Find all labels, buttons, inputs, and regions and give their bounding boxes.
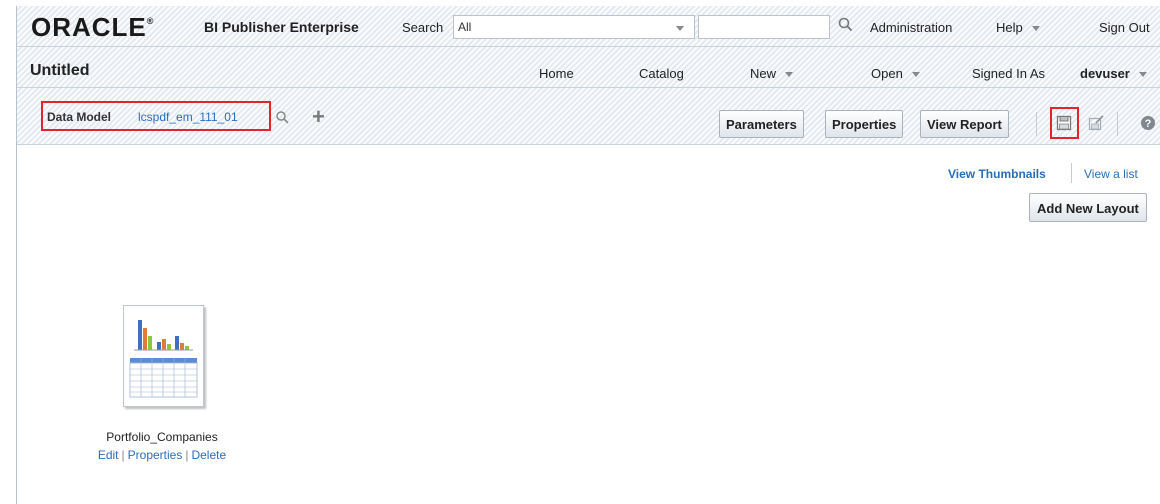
- layout-delete-link[interactable]: Delete: [191, 448, 226, 462]
- toolbar-divider: [1117, 112, 1118, 136]
- oracle-logo: ORACLE®: [31, 12, 154, 43]
- chevron-down-icon: [785, 72, 794, 78]
- view-thumbnails-link[interactable]: View Thumbnails: [948, 167, 1046, 181]
- chevron-down-icon: [1031, 26, 1040, 32]
- layout-edit-link[interactable]: Edit: [98, 448, 119, 462]
- search-icon[interactable]: [837, 16, 855, 34]
- user-name: devuser: [1080, 66, 1130, 81]
- chevron-down-icon: [1138, 72, 1147, 78]
- sign-out-link[interactable]: Sign Out: [1099, 20, 1150, 35]
- search-scope-select[interactable]: All: [453, 15, 695, 39]
- catalog-link[interactable]: Catalog: [639, 66, 684, 81]
- search-input[interactable]: [698, 15, 830, 39]
- svg-text:?: ?: [1145, 118, 1152, 130]
- toolbar-divider: [1036, 112, 1037, 136]
- layouts-panel: View Thumbnails View a list Add New Layo…: [17, 145, 1160, 504]
- view-toggle-divider: [1071, 163, 1072, 183]
- app-window: ORACLE® BI Publisher Enterprise Search A…: [16, 6, 1160, 504]
- chevron-down-icon: [676, 26, 684, 31]
- parameters-button[interactable]: Parameters: [719, 110, 804, 138]
- chevron-down-icon: [911, 72, 920, 78]
- help-menu[interactable]: Help: [996, 20, 1040, 35]
- new-menu-label: New: [750, 66, 777, 81]
- view-report-button[interactable]: View Report: [920, 110, 1009, 138]
- new-menu[interactable]: New: [750, 66, 794, 81]
- view-list-link[interactable]: View a list: [1084, 167, 1138, 181]
- brand-bar: ORACLE® BI Publisher Enterprise Search A…: [17, 6, 1160, 47]
- action-divider: |: [185, 448, 189, 462]
- layout-properties-link[interactable]: Properties: [128, 448, 183, 462]
- logo-registered-mark: ®: [146, 16, 155, 26]
- search-scope-value: All: [458, 20, 472, 34]
- layout-actions: Edit | Properties | Delete: [17, 448, 307, 462]
- help-icon[interactable]: ?: [1140, 115, 1156, 131]
- properties-button[interactable]: Properties: [825, 110, 904, 138]
- data-model-label: Data Model: [47, 110, 112, 124]
- title-bar: Untitled Home Catalog New Open Signed In…: [17, 47, 1160, 88]
- save-icon[interactable]: [1056, 115, 1072, 131]
- user-menu[interactable]: devuser: [1080, 66, 1147, 81]
- open-menu-label: Open: [871, 66, 903, 81]
- save-as-icon[interactable]: [1088, 115, 1104, 131]
- add-new-layout-button[interactable]: Add New Layout: [1029, 193, 1147, 222]
- product-name: BI Publisher Enterprise: [204, 19, 359, 35]
- search-icon[interactable]: [275, 110, 291, 126]
- help-menu-label: Help: [996, 20, 1023, 35]
- data-model-link[interactable]: lcspdf_em_111_01: [138, 110, 238, 124]
- home-link[interactable]: Home: [539, 66, 574, 81]
- signed-in-as-label: Signed In As: [972, 66, 1045, 81]
- page-title: Untitled: [30, 62, 90, 79]
- layout-name: Portfolio_Companies: [106, 430, 218, 444]
- administration-link[interactable]: Administration: [870, 20, 952, 35]
- report-toolbar: Data Model lcspdf_em_111_01 + Parameters…: [17, 88, 1160, 145]
- open-menu[interactable]: Open: [871, 66, 920, 81]
- chart-table-thumbnail-icon: [129, 311, 198, 398]
- layout-thumbnail[interactable]: [123, 305, 204, 407]
- search-label: Search: [402, 20, 444, 35]
- logo-text: ORACLE: [31, 12, 147, 42]
- plus-icon[interactable]: +: [312, 106, 325, 128]
- action-divider: |: [121, 448, 125, 462]
